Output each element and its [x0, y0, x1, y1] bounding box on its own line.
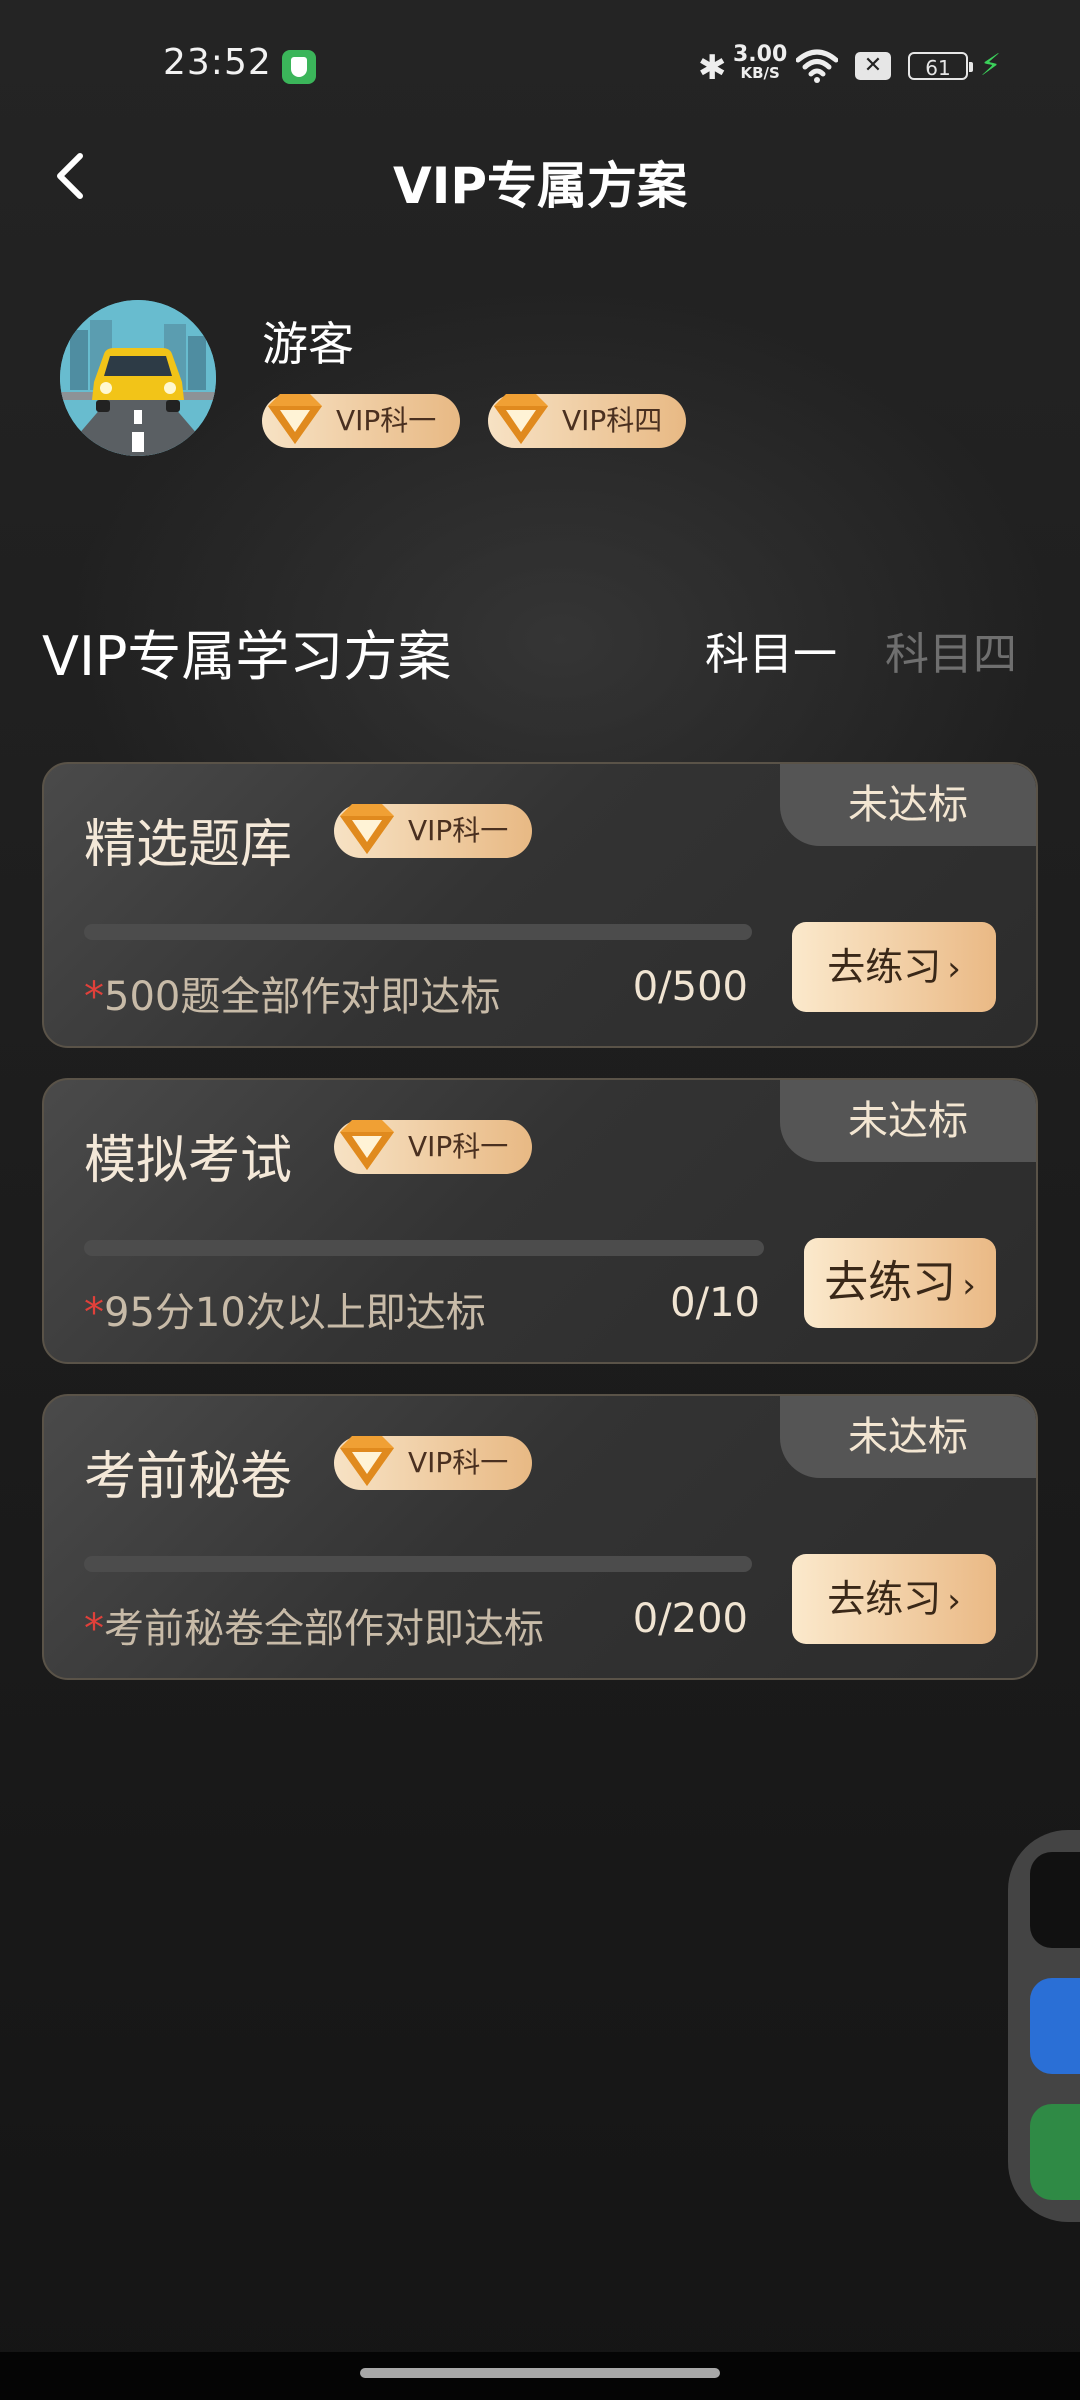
progress-bar [84, 924, 752, 940]
status-bar: 23:52 ✱ 3.00 KB/S ✕ 61 ⚡ [0, 0, 1080, 140]
card-title: 精选题库 [84, 815, 293, 875]
vip-badge-ke1: VIP科一 [262, 394, 461, 448]
vip-badge-label: VIP科一 [408, 1130, 509, 1163]
required-mark: * [84, 974, 104, 1020]
vip-badge-label: VIP科四 [562, 404, 663, 437]
vip-diamond-icon [340, 1436, 394, 1486]
battery-icon: 61 [908, 52, 973, 80]
practice-button-label: 去练习 [827, 1577, 942, 1621]
required-mark: * [84, 1606, 104, 1652]
status-label: 未达标 [780, 1396, 1036, 1478]
status-label: 未达标 [780, 764, 1036, 846]
vip-badge-label: VIP科一 [408, 1446, 509, 1479]
vip-badge: VIP科一 [334, 1120, 533, 1174]
username: 游客 [262, 317, 354, 371]
requirement-label: 95分10次以上即达标 [104, 1290, 486, 1336]
card-title: 模拟考试 [84, 1131, 293, 1191]
charging-bolt-icon: ⚡ [980, 48, 1002, 83]
page-title: VIP专属方案 [393, 157, 687, 215]
requirement-text: *考前秘卷全部作对即达标 [84, 1596, 544, 1654]
plan-card-question-bank: 未达标 精选题库 VIP科一 *500题全部作对即达标 0/500 去练习 › [42, 762, 1038, 1048]
tools-shortcut-icon[interactable] [1030, 1978, 1080, 2074]
home-indicator[interactable] [360, 2368, 720, 2378]
network-speed: 3.00 KB/S [733, 44, 787, 81]
vip-diamond-icon [340, 1120, 394, 1170]
card-title: 考前秘卷 [84, 1447, 293, 1507]
required-mark: * [84, 1290, 104, 1336]
tab-subject-4[interactable]: 科目四 [885, 618, 1017, 682]
vip-badge-ke4: VIP科四 [488, 394, 687, 448]
no-sim-icon: ✕ [855, 52, 891, 80]
progress-count: 0/10 [670, 1280, 760, 1326]
section-title: VIP专属学习方案 [42, 625, 452, 688]
status-label: 未达标 [780, 1080, 1036, 1162]
progress-count: 0/200 [632, 1596, 748, 1642]
progress-count: 0/500 [632, 964, 748, 1010]
vip-badge-label: VIP科一 [408, 814, 509, 847]
progress-bar [84, 1556, 752, 1572]
practice-button-label: 去练习 [827, 945, 942, 989]
chevron-right-icon: › [947, 949, 961, 989]
requirement-text: *500题全部作对即达标 [84, 964, 500, 1022]
speedometer-shortcut-icon[interactable] [1030, 1852, 1080, 1948]
practice-button[interactable]: 去练习 › [804, 1238, 996, 1328]
chevron-right-icon: › [962, 1266, 976, 1306]
chevron-right-icon: › [947, 1581, 961, 1621]
security-shield-icon [282, 50, 316, 84]
practice-button[interactable]: 去练习 › [792, 922, 996, 1012]
progress-bar [84, 1240, 764, 1256]
vip-diamond-icon [340, 804, 394, 854]
network-speed-value: 3.00 [733, 42, 788, 67]
vip-diamond-icon [494, 394, 548, 444]
vip-badge-label: VIP科一 [336, 404, 437, 437]
plan-card-secret-paper: 未达标 考前秘卷 VIP科一 *考前秘卷全部作对即达标 0/200 去练习 › [42, 1394, 1038, 1680]
status-time: 23:52 [163, 42, 272, 83]
plan-card-mock-exam: 未达标 模拟考试 VIP科一 *95分10次以上即达标 0/10 去练习 › [42, 1078, 1038, 1364]
avatar [60, 300, 216, 456]
requirement-label: 考前秘卷全部作对即达标 [104, 1606, 544, 1652]
requirement-text: *95分10次以上即达标 [84, 1280, 486, 1338]
vip-badge: VIP科一 [334, 1436, 533, 1490]
practice-button-label: 去练习 [824, 1257, 957, 1308]
vip-diamond-icon [268, 394, 322, 444]
tab-subject-1[interactable]: 科目一 [705, 618, 837, 682]
car-avatar-icon [60, 300, 216, 456]
screen: 23:52 ✱ 3.00 KB/S ✕ 61 ⚡ VIP专属方案 游客 VIP科… [0, 0, 1080, 2400]
bluetooth-icon: ✱ [698, 48, 727, 88]
more-shortcut-icon[interactable] [1030, 2104, 1080, 2200]
wifi-icon [796, 49, 838, 83]
practice-button[interactable]: 去练习 › [792, 1554, 996, 1644]
vip-badge: VIP科一 [334, 804, 533, 858]
battery-level: 61 [925, 56, 951, 80]
network-speed-unit: KB/S [740, 64, 780, 82]
requirement-label: 500题全部作对即达标 [104, 974, 501, 1020]
